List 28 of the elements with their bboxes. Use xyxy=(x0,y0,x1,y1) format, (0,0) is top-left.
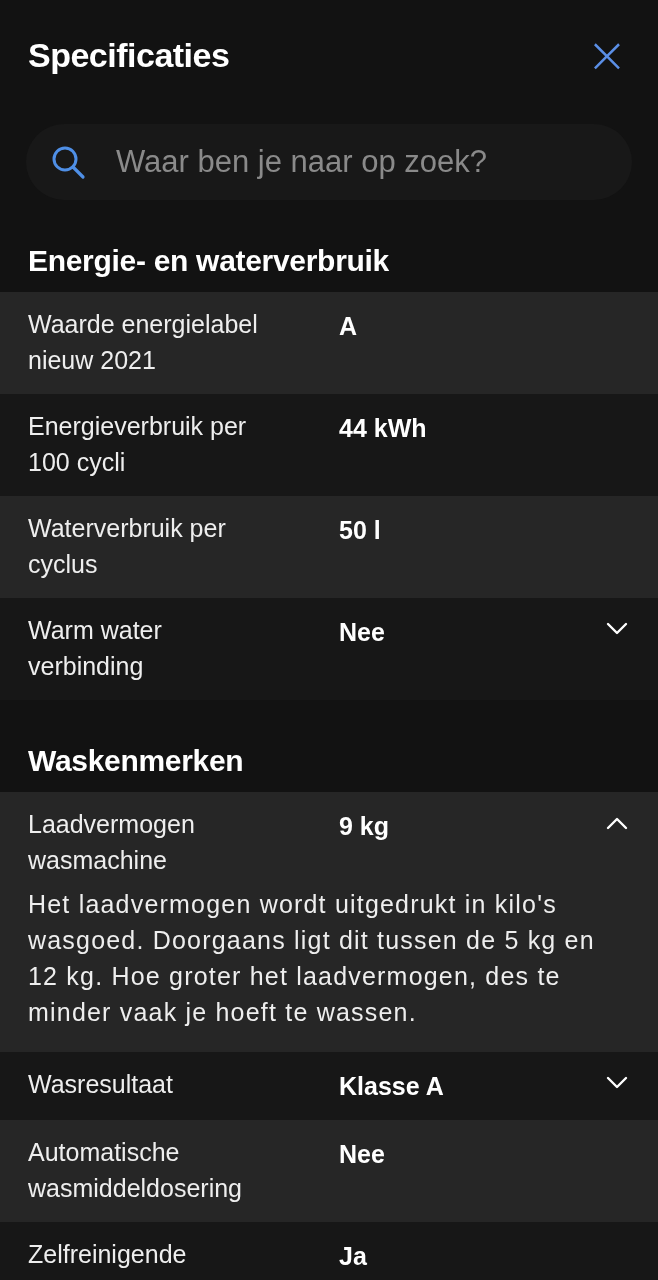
spec-value: Ja xyxy=(339,1241,368,1272)
spec-value: 50 l xyxy=(339,515,382,546)
spec-label: Warm water verbinding xyxy=(28,615,163,682)
spec-label: Wasresultaat xyxy=(28,1069,174,1100)
spec-row[interactable]: Laadvermogen wasmachine 9 kg Het laadvermogen wordt uitgedrukt in kilo's wasgoed. Doorgaans ligt dit tussen de 5 kg en 12 kg. Hoe groter het laadvermogen, des te minder vaak je hoeft te wassen. xyxy=(0,792,658,1052)
spec-description: Het laadvermogen wordt uitgedrukt in kilo's wasgoed. Doorgaans ligt dit tussen de 5 kg en 12 kg. Hoe groter het laadvermogen, des te minder vaak je hoeft te wassen. xyxy=(28,889,596,1028)
chevron-down-icon[interactable] xyxy=(606,1076,628,1090)
page-title: Specificaties xyxy=(28,35,230,75)
chevron-up-icon[interactable] xyxy=(606,816,628,830)
spec-row[interactable]: Warm water verbinding Nee xyxy=(0,598,658,700)
section-heading: Energie- en waterverbruik xyxy=(27,243,390,279)
spec-value: Nee xyxy=(339,617,386,648)
search-field[interactable]: Waar ben je naar op zoek? xyxy=(26,124,632,200)
spec-label: Automatische wasmiddeldosering xyxy=(28,1137,243,1204)
section-heading: Waskenmerken xyxy=(27,743,245,779)
spec-value: A xyxy=(339,311,359,342)
spec-value: 44 kWh xyxy=(339,413,428,444)
spec-label: Waterverbruik per cyclus xyxy=(28,513,227,580)
spec-label: Waarde energielabel nieuw 2021 xyxy=(28,309,259,376)
spec-label: Laadvermogen wasmachine xyxy=(28,809,196,876)
spec-value: Nee xyxy=(339,1139,386,1170)
chevron-down-icon[interactable] xyxy=(606,622,628,636)
spec-value: 9 kg xyxy=(339,811,391,842)
close-button[interactable]: × xyxy=(584,35,630,75)
spec-label: Zelfreinigende xyxy=(28,1239,188,1270)
spec-value: Klasse A xyxy=(339,1071,445,1102)
spec-row[interactable]: Wasresultaat Klasse A xyxy=(0,1052,658,1120)
spec-label: Energieverbruik per 100 cycli xyxy=(28,411,248,478)
